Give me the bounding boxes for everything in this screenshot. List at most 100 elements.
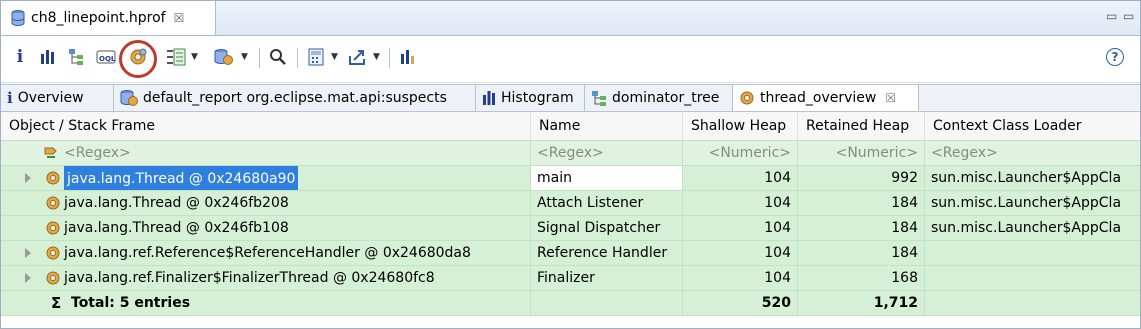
toolbar-separator bbox=[259, 48, 260, 68]
sigma-icon: Σ bbox=[51, 294, 62, 312]
tab-default-report[interactable]: default_report org.eclipse.mat.api:suspe… bbox=[114, 85, 476, 111]
dominator-tree-icon[interactable] bbox=[67, 46, 87, 68]
shallow-heap-cell: 104 bbox=[683, 266, 798, 290]
editor-tab-title: ch8_linepoint.hprof bbox=[31, 10, 166, 26]
total-retained-heap: 1,712 bbox=[798, 291, 925, 315]
table-row[interactable]: java.lang.ref.Reference$ReferenceHandler… bbox=[1, 241, 1140, 266]
retained-heap-cell: 184 bbox=[798, 191, 925, 215]
class-loader-cell: sun.misc.Launcher$AppCla bbox=[931, 170, 1122, 186]
table-row[interactable]: java.lang.Thread @ 0x246fb108 Signal Dis… bbox=[1, 216, 1140, 241]
expand-arrow-icon[interactable] bbox=[25, 273, 31, 283]
object-label: java.lang.Thread @ 0x246fb108 bbox=[64, 220, 289, 236]
report-gear-icon bbox=[120, 89, 138, 107]
histogram-icon bbox=[482, 91, 496, 105]
minimize-icon[interactable]: ▭ bbox=[1106, 9, 1117, 23]
thread-table: Object / Stack Frame Name Shallow Heap R… bbox=[1, 112, 1140, 328]
chevron-down-icon[interactable]: ▼ bbox=[241, 52, 248, 62]
tab-thread-overview[interactable]: thread_overview ☒ bbox=[733, 85, 919, 111]
close-icon[interactable]: ☒ bbox=[174, 11, 185, 25]
table-row[interactable]: java.lang.Thread @ 0x24680a90 main 104 9… bbox=[1, 166, 1140, 191]
tab-label: thread_overview bbox=[760, 90, 877, 106]
tab-label: default_report org.eclipse.mat.api:suspe… bbox=[143, 90, 447, 106]
shallow-heap-cell: 104 bbox=[683, 216, 798, 240]
info-icon[interactable]: i bbox=[13, 46, 27, 68]
tab-label: dominator_tree bbox=[612, 90, 720, 106]
filter-icon bbox=[44, 147, 57, 158]
column-header-name[interactable]: Name bbox=[531, 112, 683, 140]
editor-window: ch8_linepoint.hprof ☒ ▭ ▭ i OQL ▼ ▼ ▼ ▼ … bbox=[0, 0, 1141, 329]
maximize-icon[interactable]: ▭ bbox=[1123, 9, 1134, 23]
thread-overview-icon[interactable] bbox=[127, 46, 149, 68]
name-cell: main bbox=[531, 166, 683, 190]
help-icon[interactable]: ? bbox=[1106, 48, 1124, 66]
toolbar-separator bbox=[297, 48, 298, 68]
tab-label: Overview bbox=[17, 90, 84, 106]
chevron-down-icon[interactable]: ▼ bbox=[331, 52, 338, 62]
object-cell: java.lang.Thread @ 0x24680a90 bbox=[1, 166, 531, 190]
thread-gear-icon bbox=[46, 196, 60, 210]
object-label: java.lang.Thread @ 0x24680a90 bbox=[64, 166, 299, 190]
object-filter-input[interactable]: <Regex> bbox=[1, 141, 531, 165]
total-label: Total: 5 entries bbox=[71, 295, 191, 311]
tab-dominator-tree[interactable]: dominator_tree bbox=[585, 85, 733, 111]
shallow-filter-input[interactable]: <Numeric> bbox=[683, 141, 798, 165]
heap-dump-overview-icon[interactable] bbox=[397, 46, 419, 68]
retained-heap-cell: 992 bbox=[798, 166, 925, 190]
toolbar-separator bbox=[389, 48, 390, 68]
thread-gear-icon bbox=[46, 271, 60, 285]
shallow-heap-cell: 104 bbox=[683, 166, 798, 190]
table-row[interactable]: java.lang.Thread @ 0x246fb208 Attach Lis… bbox=[1, 191, 1140, 216]
class-loader-cell: sun.misc.Launcher$AppCla bbox=[931, 195, 1122, 211]
editor-tab-hprof[interactable]: ch8_linepoint.hprof ☒ bbox=[1, 1, 216, 35]
object-cell: java.lang.Thread @ 0x246fb208 bbox=[1, 191, 531, 215]
chevron-down-icon[interactable]: ▼ bbox=[373, 52, 380, 62]
export-icon[interactable] bbox=[347, 46, 369, 68]
histogram-icon[interactable] bbox=[39, 46, 57, 68]
object-cell: java.lang.Thread @ 0x246fb108 bbox=[1, 216, 531, 240]
retained-heap-cell: 168 bbox=[798, 266, 925, 290]
column-header-shallow-heap[interactable]: Shallow Heap bbox=[683, 112, 798, 140]
dominator-tree-icon bbox=[591, 90, 607, 106]
object-label: java.lang.ref.Reference$ReferenceHandler… bbox=[64, 245, 471, 261]
loader-filter-input[interactable]: <Regex> bbox=[925, 141, 1140, 165]
table-header: Object / Stack Frame Name Shallow Heap R… bbox=[1, 112, 1140, 141]
object-cell: java.lang.ref.Finalizer$FinalizerThread … bbox=[1, 266, 531, 290]
object-label: java.lang.Thread @ 0x246fb208 bbox=[64, 195, 289, 211]
regex-placeholder: <Regex> bbox=[64, 145, 131, 161]
column-header-object[interactable]: Object / Stack Frame bbox=[1, 112, 531, 140]
tab-histogram[interactable]: Histogram bbox=[476, 85, 585, 111]
shallow-heap-cell: 104 bbox=[683, 241, 798, 265]
svg-text:OQL: OQL bbox=[99, 55, 116, 63]
object-label: java.lang.ref.Finalizer$FinalizerThread … bbox=[64, 270, 435, 286]
search-icon[interactable] bbox=[267, 46, 289, 68]
total-label-cell: Σ Total: 5 entries bbox=[1, 291, 531, 315]
thread-gear-icon bbox=[46, 221, 60, 235]
tab-label: Histogram bbox=[501, 90, 574, 106]
filter-row: <Regex> <Regex> <Numeric> <Numeric> <Reg… bbox=[1, 141, 1140, 166]
expand-arrow-icon[interactable] bbox=[25, 173, 31, 183]
retained-heap-cell: 184 bbox=[798, 241, 925, 265]
oql-icon[interactable]: OQL bbox=[95, 46, 117, 68]
inner-tab-strip: i Overview default_report org.eclipse.ma… bbox=[1, 84, 1140, 112]
reports-icon[interactable] bbox=[213, 46, 235, 68]
retained-heap-cell: 184 bbox=[798, 216, 925, 240]
total-shallow-heap: 520 bbox=[683, 291, 798, 315]
total-row: Σ Total: 5 entries 520 1,712 bbox=[1, 291, 1140, 316]
info-icon: i bbox=[7, 89, 13, 107]
query-browser-icon[interactable] bbox=[165, 46, 187, 68]
column-header-retained-heap[interactable]: Retained Heap bbox=[798, 112, 925, 140]
calculator-icon[interactable] bbox=[305, 46, 327, 68]
tab-overview[interactable]: i Overview bbox=[1, 85, 114, 111]
database-icon bbox=[11, 10, 25, 26]
thread-gear-icon bbox=[739, 90, 755, 106]
expand-arrow-icon[interactable] bbox=[25, 248, 31, 258]
name-filter-input[interactable]: <Regex> bbox=[531, 141, 683, 165]
table-row[interactable]: java.lang.ref.Finalizer$FinalizerThread … bbox=[1, 266, 1140, 291]
retained-filter-input[interactable]: <Numeric> bbox=[798, 141, 925, 165]
column-header-context-class-loader[interactable]: Context Class Loader bbox=[925, 112, 1140, 140]
chevron-down-icon[interactable]: ▼ bbox=[191, 52, 198, 62]
total-loader-cell bbox=[925, 291, 1140, 315]
name-cell: Finalizer bbox=[531, 266, 683, 290]
total-name-cell bbox=[531, 291, 683, 315]
close-icon[interactable]: ☒ bbox=[885, 91, 896, 105]
